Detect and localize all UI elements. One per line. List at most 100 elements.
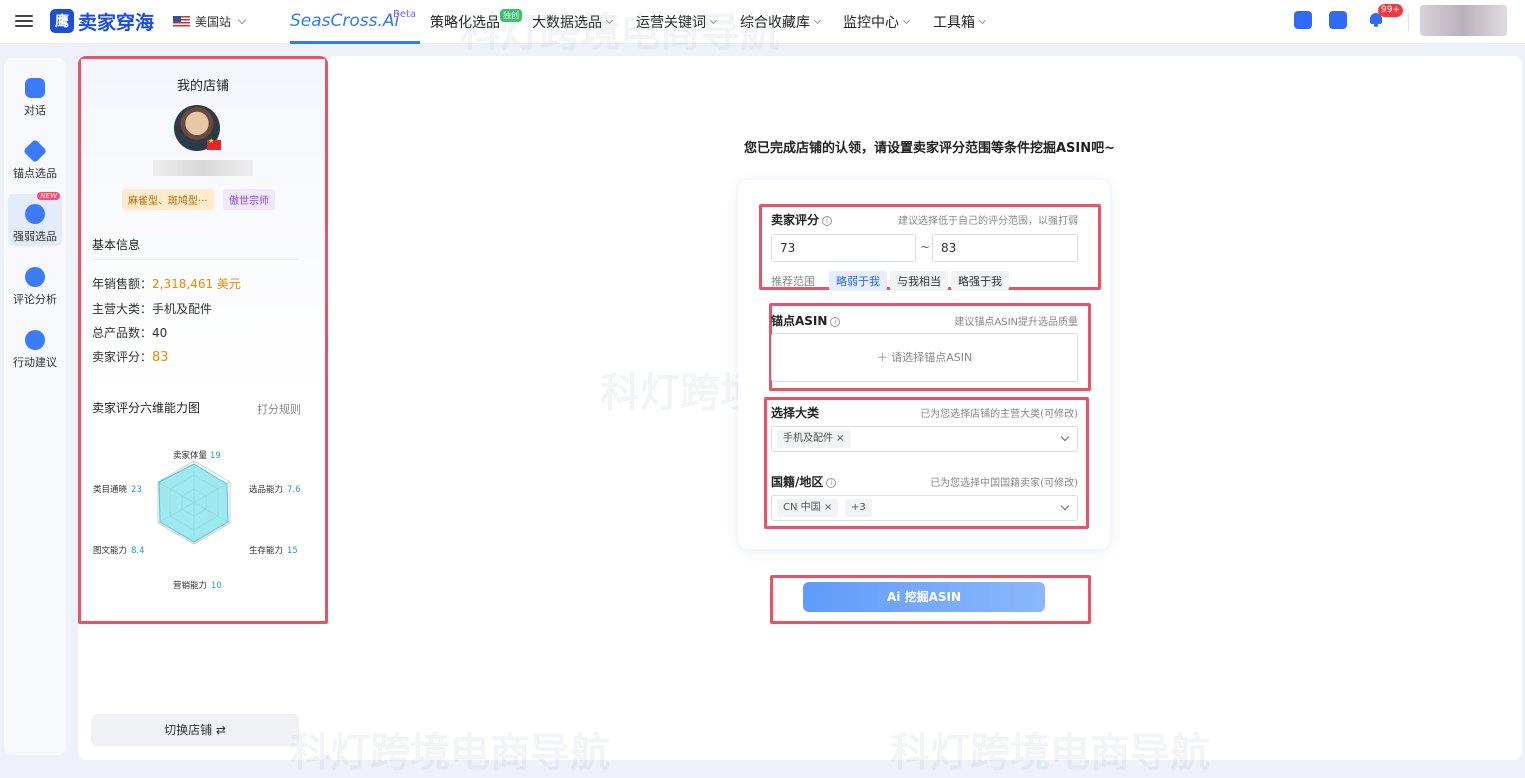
nav-label: 运营关键词 bbox=[636, 15, 706, 31]
site-label: 美国站 bbox=[195, 15, 232, 29]
mine-asin-button[interactable]: Ai 挖掘ASIN bbox=[803, 582, 1045, 612]
more-countries-chip: +3 bbox=[845, 499, 872, 517]
rating-max-input[interactable]: 83 bbox=[932, 234, 1078, 262]
basic-info-title: 基本信息 bbox=[92, 238, 141, 252]
info-icon[interactable]: i bbox=[826, 478, 837, 488]
option-equal[interactable]: 与我相当 bbox=[890, 271, 948, 291]
anchor-asin-label: 锚点ASIN i bbox=[771, 312, 841, 329]
chat-bot-icon bbox=[25, 78, 45, 98]
user-profile[interactable] bbox=[1420, 5, 1507, 36]
nav-big-data-selection[interactable]: 大数据选品 bbox=[532, 0, 614, 44]
rail-label: 行动建议 bbox=[13, 356, 57, 369]
top-navigation-bar: 鹰 卖家穿海 美国站 SeasCross.Ai Beta 策略化选品 独创 大数… bbox=[0, 0, 1525, 44]
row-label: 年销售额： bbox=[92, 277, 153, 291]
my-shop-panel: 我的店铺 麻雀型、斑鸠型··· 傲世宗师 基本信息 年销售额：2,318,461… bbox=[78, 56, 328, 760]
scoring-rules-link[interactable]: 打分规则 bbox=[257, 401, 301, 417]
tab-seascross-ai[interactable]: SeasCross.Ai Beta bbox=[290, 0, 420, 44]
rail-item-strength-selection[interactable]: 强弱选品 NEW bbox=[8, 192, 62, 246]
rail-item-action-advice[interactable]: 行动建议 bbox=[8, 320, 62, 372]
country-chip[interactable]: CN 中国 × bbox=[777, 499, 839, 517]
shop-name-blurred bbox=[153, 160, 253, 176]
rail-item-review-analysis[interactable]: 评论分析 bbox=[8, 257, 62, 309]
nav-label: 大数据选品 bbox=[532, 15, 602, 31]
chevron-down-icon bbox=[1060, 432, 1070, 442]
category-select[interactable]: 手机及配件 × bbox=[771, 426, 1078, 452]
radar-label-content: 图文能力 bbox=[93, 545, 127, 556]
rail-item-chat[interactable]: 对话 bbox=[8, 68, 62, 120]
radar-title: 卖家评分六维能力图 bbox=[92, 401, 201, 415]
nav-label: 综合收藏库 bbox=[740, 15, 810, 31]
radar-label-survival: 生存能力 bbox=[249, 545, 283, 556]
chevron-down-icon bbox=[709, 16, 718, 25]
shop-card: 我的店铺 麻雀型、斑鸠型··· 傲世宗师 基本信息 年销售额：2,318,461… bbox=[78, 56, 328, 624]
option-slightly-stronger[interactable]: 略强于我 bbox=[951, 271, 1009, 291]
info-icon[interactable]: i bbox=[822, 216, 833, 226]
anchor-hint: 建议锚点ASIN提升选品质量 bbox=[954, 317, 1078, 328]
brand-label: SeasCross.Ai bbox=[290, 10, 400, 31]
logo[interactable]: 鹰 卖家穿海 bbox=[50, 8, 154, 34]
chevron-down-icon bbox=[237, 15, 247, 25]
radar-label-marketing: 营销能力 bbox=[173, 580, 207, 591]
radar-value-marketing: 10 bbox=[211, 581, 222, 591]
rail-label: 评论分析 bbox=[13, 293, 57, 306]
instruction-text: 您已完成店铺的认领，请设置卖家评分范围等条件挖掘ASIN吧~ bbox=[744, 141, 1116, 156]
radar-label-selection: 选品能力 bbox=[249, 484, 283, 495]
radar-value-seller-volume: 19 bbox=[210, 451, 221, 461]
switch-shop-button[interactable]: 切换店铺 ⇄ bbox=[91, 714, 299, 746]
nav-label: 策略化选品 bbox=[430, 15, 500, 31]
exclusive-badge: 独创 bbox=[500, 9, 522, 22]
compass-icon bbox=[25, 330, 45, 350]
radar-value-content: 8.4 bbox=[131, 546, 145, 556]
seller-rating-row: 卖家评分：83 bbox=[92, 348, 169, 365]
nav-keywords[interactable]: 运营关键词 bbox=[636, 0, 718, 44]
category-label: 选择大类 bbox=[771, 406, 820, 420]
radar-value-category: 23 bbox=[131, 485, 142, 495]
rating-min-input[interactable]: 73 bbox=[771, 234, 916, 262]
radar-label-seller-volume: 卖家体量 bbox=[173, 450, 208, 461]
seller-rating-value: 83 bbox=[152, 350, 169, 365]
nav-monitor[interactable]: 监控中心 bbox=[843, 0, 911, 44]
anchor-cube-icon bbox=[22, 138, 48, 164]
row-label: 主营大类： bbox=[92, 302, 153, 316]
chevron-down-icon bbox=[1060, 501, 1070, 511]
new-badge: NEW bbox=[37, 192, 60, 200]
radar-value-selection: 7.6 bbox=[287, 485, 301, 495]
country-select[interactable]: CN 中国 × +3 bbox=[771, 495, 1078, 521]
logo-mark: 鹰 bbox=[50, 9, 74, 33]
six-dimension-radar-chart: 卖家体量 19 选品能力 7.6 生存能力 15 营销能力 10 图文能力 8.… bbox=[93, 450, 301, 591]
site-selector[interactable]: 美国站 bbox=[173, 13, 247, 30]
edit-note-icon[interactable] bbox=[1294, 11, 1312, 29]
review-icon bbox=[25, 267, 45, 287]
hamburger-menu-icon[interactable] bbox=[15, 12, 33, 30]
shop-title: 我的店铺 bbox=[176, 79, 229, 94]
china-flag-icon bbox=[207, 137, 221, 150]
chevron-down-icon bbox=[813, 16, 822, 25]
option-slightly-weaker[interactable]: 略弱于我 bbox=[829, 271, 887, 291]
rail-label: 锚点选品 bbox=[13, 167, 57, 180]
nav-toolbox[interactable]: 工具箱 bbox=[933, 0, 987, 44]
left-rail: 对话 锚点选品 强弱选品 NEW 评论分析 行动建议 bbox=[4, 58, 66, 755]
user-compare-icon bbox=[25, 204, 45, 224]
info-icon[interactable]: i bbox=[830, 317, 841, 327]
select-anchor-asin-button[interactable]: ＋ 请选择锚点ASIN bbox=[771, 333, 1078, 382]
divider bbox=[1408, 13, 1409, 31]
country-hint: 已为您选择中国国籍卖家(可修改) bbox=[930, 478, 1078, 489]
category-hint: 已为您选择店铺的主营大类(可修改) bbox=[920, 409, 1078, 420]
nav-favorites[interactable]: 综合收藏库 bbox=[740, 0, 822, 44]
annual-sales-value: 2,318,461 美元 bbox=[152, 277, 241, 291]
seller-level-tag: 傲世宗师 bbox=[223, 189, 275, 210]
notification-count: 99+ bbox=[1378, 4, 1403, 17]
rail-label: 对话 bbox=[24, 104, 46, 117]
book-icon[interactable] bbox=[1329, 11, 1347, 29]
logo-text: 卖家穿海 bbox=[78, 11, 155, 34]
nav-label: 工具箱 bbox=[933, 15, 975, 31]
radar-value-survival: 15 bbox=[287, 546, 298, 556]
rating-hint: 建议选择低于自己的评分范围，以强打弱 bbox=[898, 216, 1078, 227]
beta-badge: Beta bbox=[393, 9, 417, 20]
main-category-value: 手机及配件 bbox=[152, 302, 213, 316]
nav-strategy-selection[interactable]: 策略化选品 bbox=[430, 0, 500, 44]
divider bbox=[92, 259, 299, 260]
category-chip[interactable]: 手机及配件 × bbox=[777, 430, 851, 448]
nav-label: 监控中心 bbox=[843, 15, 899, 31]
rail-item-anchor-selection[interactable]: 锚点选品 bbox=[8, 131, 62, 183]
